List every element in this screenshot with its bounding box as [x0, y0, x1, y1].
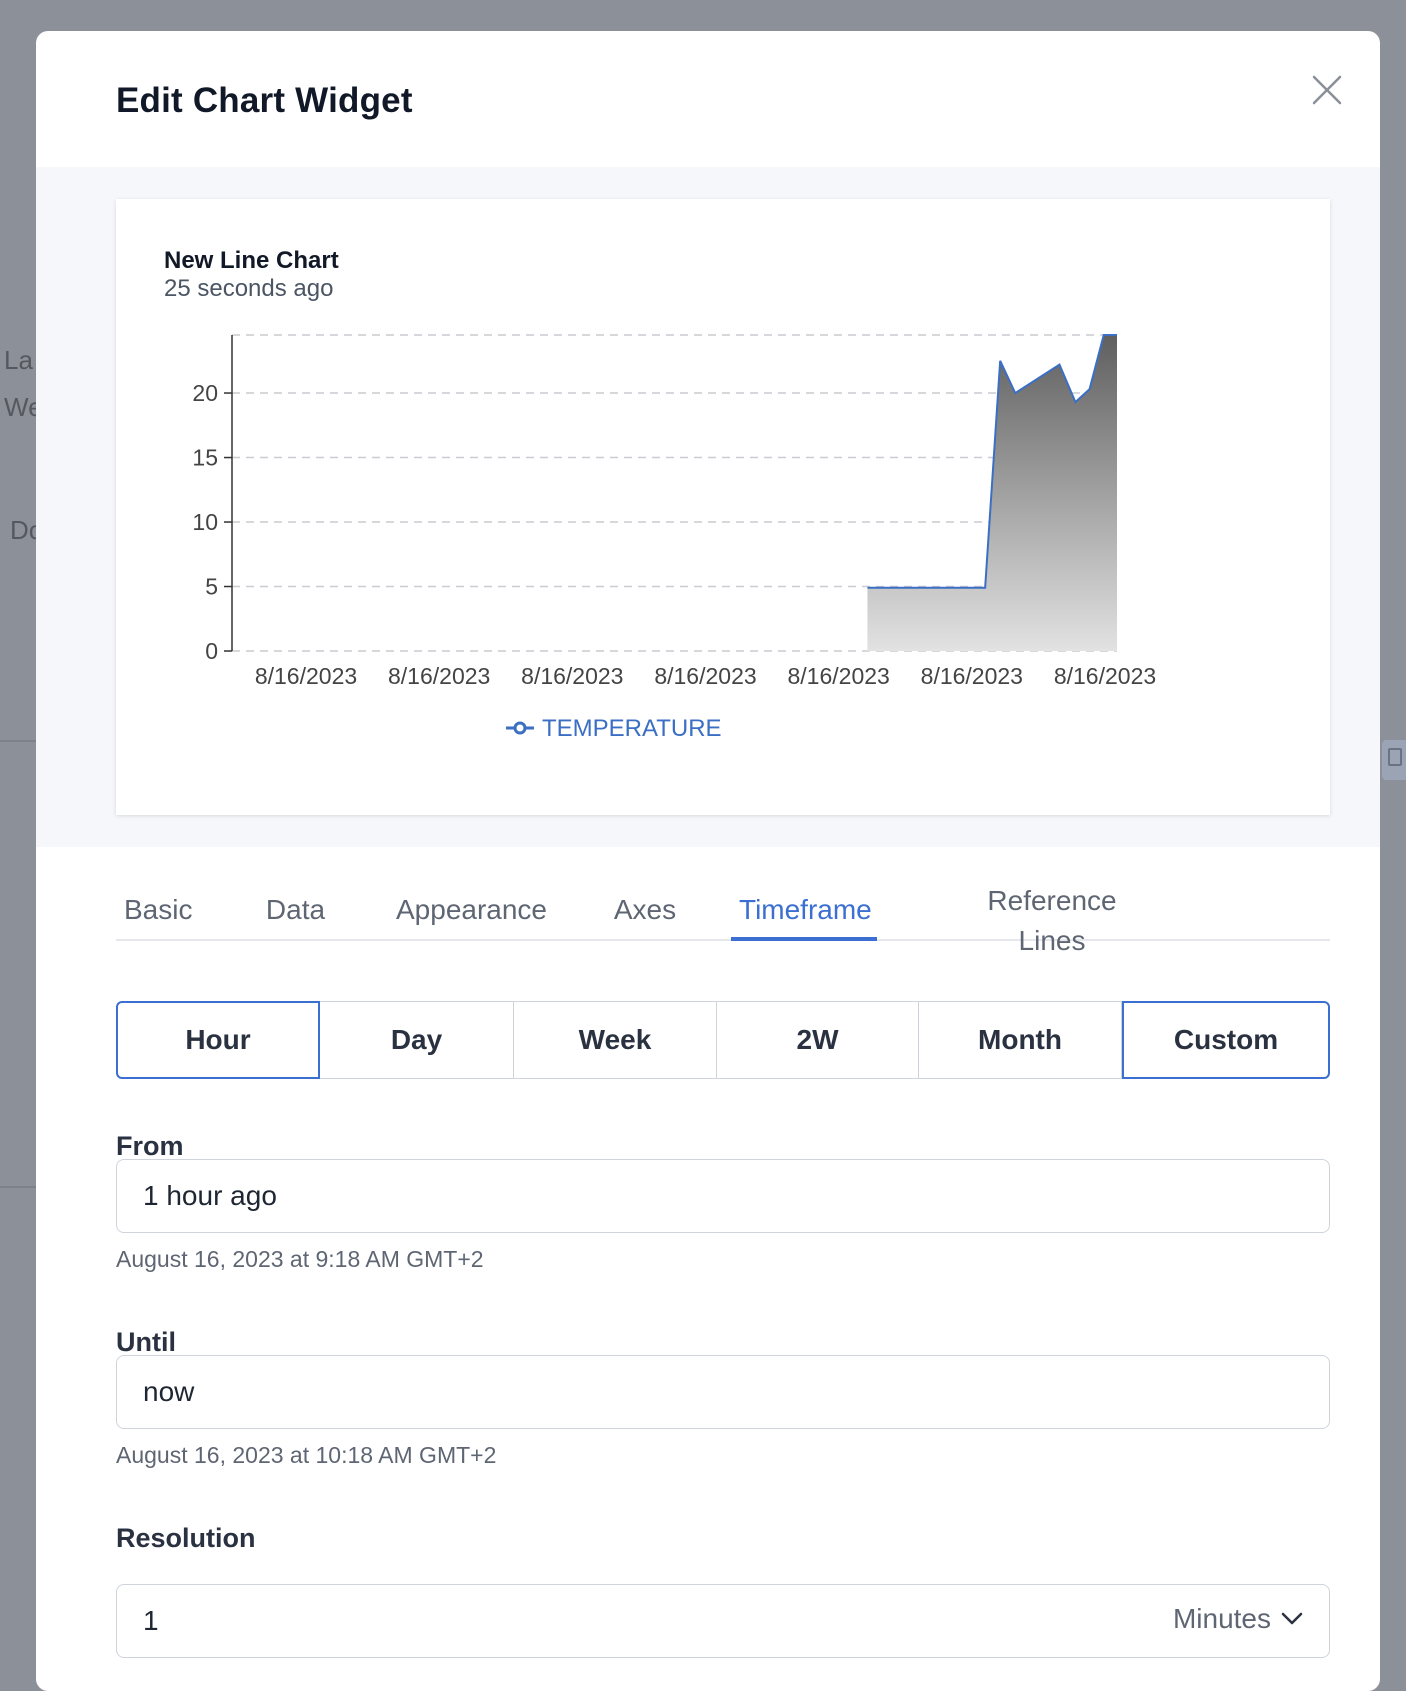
from-label: From: [116, 1131, 184, 1161]
from-help-text: August 16, 2023 at 9:18 AM GMT+2: [116, 1246, 484, 1272]
copy-icon: [1388, 748, 1402, 766]
resolution-field[interactable]: 1 Minutes: [116, 1584, 1330, 1658]
range-button-2w[interactable]: 2W: [717, 1001, 919, 1079]
tab-axes[interactable]: Axes: [605, 881, 685, 939]
x-tick-label: 8/16/2023: [654, 663, 756, 689]
chart-title: New Line Chart: [164, 247, 339, 274]
resolution-unit-select[interactable]: Minutes: [1173, 1603, 1303, 1635]
modal-title: Edit Chart Widget: [116, 81, 413, 120]
x-tick-label: 8/16/2023: [1054, 663, 1156, 689]
chart-subtitle: 25 seconds ago: [164, 275, 334, 302]
x-tick-label: 8/16/2023: [788, 663, 890, 689]
legend-label-temperature: TEMPERATURE: [542, 715, 722, 742]
y-tick-label: 20: [192, 380, 218, 406]
x-tick-label: 8/16/2023: [388, 663, 490, 689]
timeframe-range-group: Hour Day Week 2W Month Custom: [116, 1001, 1330, 1079]
y-tick-label: 5: [205, 574, 218, 600]
settings-tabs: Basic Data Appearance Axes Timeframe Referenc…: [116, 881, 1330, 956]
chevron-down-icon: [1281, 1612, 1303, 1625]
range-button-week[interactable]: Week: [514, 1001, 717, 1079]
background-copy-button: [1382, 740, 1406, 780]
close-icon: [1312, 75, 1342, 105]
chart-preview-area: 0 5 10 15 20 8/16/2023 8/16/2023 8/16/2023 8/16/…: [36, 167, 1380, 847]
x-tick-label: 8/16/2023: [255, 663, 357, 689]
modal-header: Edit Chart Widget: [36, 31, 1380, 167]
x-tick-label: 8/16/2023: [521, 663, 623, 689]
tab-timeframe[interactable]: Timeframe: [731, 881, 877, 941]
close-button[interactable]: [1304, 67, 1350, 113]
background-divider: [0, 1186, 40, 1188]
range-button-day[interactable]: Day: [320, 1001, 514, 1079]
resolution-value: 1: [143, 1605, 159, 1636]
resolution-unit-label: Minutes: [1172, 1603, 1271, 1634]
tab-basic[interactable]: Basic: [116, 881, 197, 939]
range-button-hour[interactable]: Hour: [116, 1001, 320, 1079]
from-input[interactable]: [116, 1159, 1330, 1233]
y-tick-label: 15: [192, 445, 218, 471]
tab-data[interactable]: Data: [257, 881, 334, 939]
chart-card: 0 5 10 15 20 8/16/2023 8/16/2023 8/16/2023 8/16/…: [116, 199, 1330, 815]
background-divider: [0, 740, 40, 742]
resolution-label: Resolution: [116, 1523, 256, 1553]
range-button-custom[interactable]: Custom: [1122, 1001, 1330, 1079]
legend-marker-icon: [513, 721, 527, 735]
x-tick-label: 8/16/2023: [921, 663, 1023, 689]
background-fragment: La: [4, 345, 33, 375]
y-tick-label: 10: [192, 509, 218, 535]
until-help-text: August 16, 2023 at 10:18 AM GMT+2: [116, 1442, 497, 1468]
tab-reference-lines[interactable]: Reference Lines: [945, 881, 1159, 956]
y-tick-label: 0: [205, 638, 218, 664]
range-button-month[interactable]: Month: [919, 1001, 1122, 1079]
tab-appearance[interactable]: Appearance: [388, 881, 550, 939]
until-input[interactable]: [116, 1355, 1330, 1429]
chart-legend: TEMPERATURE: [506, 715, 722, 742]
until-label: Until: [116, 1327, 176, 1357]
edit-chart-modal: Edit Chart Widget 0 5 10 15 20 8/16/2023 8/16/…: [36, 31, 1380, 1691]
